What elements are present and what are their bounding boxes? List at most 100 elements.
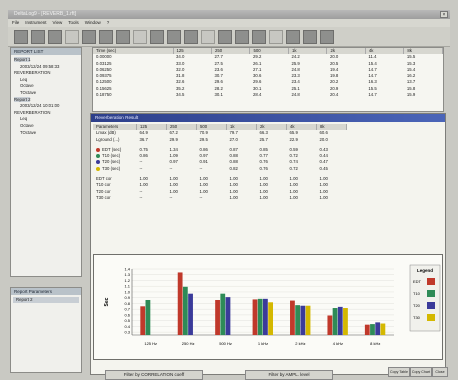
report-tree-item[interactable]: TOctave — [14, 130, 81, 137]
series-color-icon[interactable] — [96, 147, 100, 152]
table-cell: 20.4 — [329, 92, 339, 98]
series-color-icon[interactable] — [96, 160, 100, 165]
zoom-icon[interactable] — [184, 30, 198, 44]
chart-icon[interactable] — [150, 30, 164, 44]
report-tree-label: Octave — [20, 122, 34, 128]
grid-icon[interactable] — [167, 30, 181, 44]
export-icon[interactable] — [286, 30, 300, 44]
report-tree-label: 2003/12/24 09:58:33 — [20, 63, 60, 69]
new-icon[interactable] — [14, 30, 28, 44]
table-cell: 36.7 — [139, 136, 148, 142]
table-icon[interactable] — [133, 30, 147, 44]
legend-swatch — [427, 278, 435, 285]
report-list-panel: REPORT LIST Report 1 2003/12/24 09:58:33 R… — [10, 47, 82, 277]
legend-label: T10 — [413, 291, 421, 296]
reverb-icon[interactable] — [252, 30, 266, 44]
copy-icon[interactable] — [82, 30, 96, 44]
report-tree-item[interactable]: Report 2 — [14, 96, 81, 104]
report-tree-item[interactable]: REVERBERATION — [14, 70, 81, 77]
table-cell: 22.9 — [289, 136, 298, 142]
menu-item-0[interactable]: File — [12, 20, 19, 25]
report-tree-label: Octave — [20, 83, 34, 89]
bar-t10 — [220, 293, 226, 335]
bar-edt — [364, 324, 370, 335]
table-cell: 1.00 — [259, 194, 268, 200]
cursor-icon[interactable] — [201, 30, 215, 44]
series-color-icon[interactable] — [96, 154, 100, 159]
report-tree-item[interactable]: Octave — [14, 83, 81, 90]
legend-swatch — [427, 302, 435, 309]
legend-label: EDT — [413, 279, 422, 284]
paste-icon[interactable] — [99, 30, 113, 44]
report-tree-item[interactable]: Octave — [14, 123, 81, 130]
y-tick-label: 1.3 — [124, 272, 130, 277]
report-tree-item[interactable]: Report 1 — [14, 57, 81, 64]
menu-item-4[interactable]: Window — [85, 20, 101, 25]
legend-swatch — [427, 314, 435, 321]
series-color-icon[interactable] — [96, 166, 100, 171]
print-icon[interactable] — [116, 30, 130, 44]
y-tick-label: 0.9 — [124, 295, 130, 300]
bar-edt — [140, 306, 146, 335]
table-row[interactable]: 0.18750 34.5 30.1 28.4 24.8 20.4 14.7 15.9 — [93, 92, 443, 98]
row-label: T10 (sec) — [102, 153, 121, 159]
legend-title: Legend — [417, 268, 433, 273]
y-tick-label: 0.6 — [124, 312, 130, 317]
menu-item-2[interactable]: View — [53, 20, 63, 25]
copy-chart-button[interactable]: Copy Chart — [410, 367, 432, 377]
report-tree-item[interactable]: TOctave — [14, 90, 81, 97]
table-cell: -- — [139, 165, 143, 171]
menu-item-5[interactable]: ? — [107, 20, 110, 25]
table-cell: 1.00 — [319, 194, 328, 200]
report-parameters-panel: Report Parameters Report 2 — [10, 287, 82, 373]
table-cell: -- — [169, 194, 173, 200]
report-tree-item[interactable]: 2003/12/24 09:58:33 — [14, 64, 81, 71]
row-label: T30 (sec) — [102, 165, 121, 171]
report-tree-item[interactable]: Leq — [14, 77, 81, 84]
report-tree-item[interactable]: 2003/12/24 10:01:00 — [14, 103, 81, 110]
bar-t10 — [145, 299, 151, 335]
table-cell: -- — [169, 165, 173, 171]
bar-edt — [215, 299, 220, 335]
chart-svg: 1.41.31.21.11.00.90.80.70.60.50.40.3 Sec 1… — [104, 264, 441, 346]
cut-icon[interactable] — [65, 30, 79, 44]
report-parameters-header: Report Parameters — [11, 288, 81, 295]
bar-t10 — [182, 286, 188, 335]
report-tree-label: TOctave — [20, 89, 37, 95]
toolbar — [8, 27, 450, 47]
window-title: DeltaLog9 - [REVERB_1.rft] — [8, 10, 450, 19]
bar-t20 — [337, 306, 343, 335]
table-cell: 0.82 — [229, 165, 238, 171]
table-cell: 0.45 — [319, 165, 328, 171]
open-icon[interactable] — [31, 30, 45, 44]
close-button[interactable]: Close — [432, 367, 448, 377]
legend-swatch — [427, 290, 435, 297]
report-tree-label: TOctave — [20, 129, 37, 135]
level-icon[interactable] — [218, 30, 232, 44]
report-tree: Report 1 2003/12/24 09:58:33 REVERBERATION… — [11, 55, 81, 136]
table-cell: 25.7 — [259, 136, 268, 142]
bar-t30 — [268, 302, 273, 335]
x-tick-label: 4 kHz — [333, 341, 343, 346]
help-icon[interactable] — [320, 30, 334, 44]
x-tick-label: 8 kHz — [370, 341, 380, 346]
print2-icon[interactable] — [303, 30, 317, 44]
report-tree-item[interactable]: REVERBERATION — [14, 110, 81, 117]
menu-item-1[interactable]: Instrument — [25, 20, 46, 25]
y-tick-label: 0.7 — [124, 307, 130, 312]
menu-item-3[interactable]: Tools — [68, 20, 79, 25]
x-tick-label: 500 Hz — [219, 341, 232, 346]
row-label: T20 (sec) — [102, 159, 121, 165]
table-cell: T30 cor — [96, 194, 111, 200]
x-tick-label: 2 kHz — [295, 341, 305, 346]
report-tree-label: REVERBERATION — [14, 109, 51, 115]
spectrum-icon[interactable] — [235, 30, 249, 44]
report-parameters-item[interactable]: Report 2 — [13, 297, 79, 303]
copy-table-button[interactable]: Copy Table — [388, 367, 410, 377]
report-tree-item[interactable]: Leq — [14, 116, 81, 123]
y-tick-label: 1.4 — [124, 267, 130, 272]
save-icon[interactable] — [48, 30, 62, 44]
filter-icon[interactable] — [269, 30, 283, 44]
bar-edt — [290, 300, 295, 335]
close-icon[interactable]: × — [440, 11, 448, 18]
